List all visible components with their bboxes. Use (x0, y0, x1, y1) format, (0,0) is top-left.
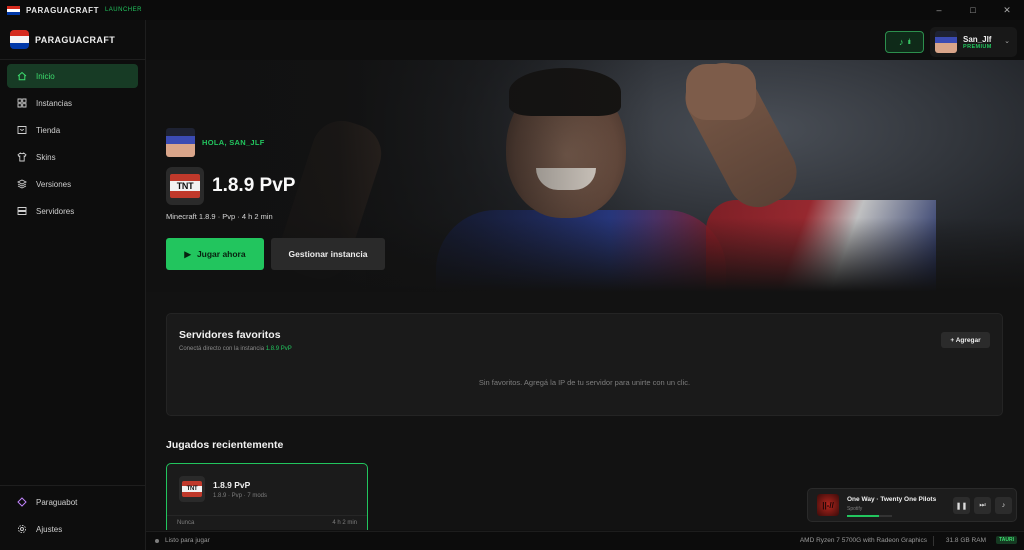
play-icon: ▶ (184, 248, 191, 259)
sidebar-item-label: Inicio (36, 71, 55, 81)
shirt-icon (16, 152, 27, 163)
sidebar: PARAGUACRAFT Inicio Instancias Tienda Sk… (0, 20, 146, 550)
plan-badge: PREMIUM (963, 43, 992, 50)
gear-icon (16, 524, 27, 535)
music-player: ||-// One Way · Twenty One Pilots Spotif… (807, 488, 1017, 522)
brand-logo-icon (10, 30, 29, 49)
app-title: PARAGUACRAFT (26, 5, 99, 15)
favorites-empty-text: Sin favoritos. Agregá la IP de tu servid… (478, 378, 691, 387)
sidebar-bottom: Paraguabot Ajustes (0, 485, 146, 550)
brand: PARAGUACRAFT (0, 20, 145, 60)
user-menu[interactable]: San_Jlf PREMIUM ⌄ (930, 27, 1017, 57)
manage-instance-button[interactable]: Gestionar instancia (271, 238, 385, 270)
recent-instance-card[interactable]: TNT 1.8.9 PvP 1.8.9 · Pvp · 7 mods Nunca… (166, 463, 368, 530)
sidebar-item-versiones[interactable]: Versiones (7, 172, 138, 196)
equalizer-icon: ılı (907, 38, 912, 46)
play-label: Jugar ahora (196, 249, 246, 259)
album-art: ||-// (817, 494, 839, 516)
sidebar-item-label: Tienda (36, 125, 61, 135)
ram-info: 31.8 GB RAM (945, 537, 986, 544)
instance-meta: Minecraft 1.8.9 · Pvp · 4 h 2 min (166, 212, 273, 221)
chevron-down-icon: ⌄ (1004, 38, 1010, 45)
favorites-subtitle: Conectá directo con la instancia 1.8.9 P… (179, 346, 292, 352)
main-nav: Inicio Instancias Tienda Skins Versiones… (0, 60, 145, 230)
sidebar-item-tienda[interactable]: Tienda (7, 118, 138, 142)
recent-instance-name: 1.8.9 PvP (213, 480, 251, 490)
progress-fill (847, 515, 879, 517)
app-subtitle: LAUNCHER (104, 7, 142, 13)
play-now-button[interactable]: ▶ Jugar ahora (166, 238, 264, 270)
home-icon (16, 71, 27, 82)
sidebar-item-label: Instancias (36, 98, 73, 108)
store-icon (16, 125, 27, 136)
progress-bar[interactable] (847, 515, 892, 517)
sidebar-item-label: Paraguabot (36, 497, 78, 507)
title-bar: PARAGUACRAFT LAUNCHER – □ ✕ (0, 0, 1024, 20)
top-bar: ♪ ılı San_Jlf PREMIUM ⌄ (146, 20, 1024, 60)
tnt-icon: TNT (179, 476, 205, 502)
sidebar-item-paraguabot[interactable]: Paraguabot (7, 490, 139, 514)
user-info: San_Jlf PREMIUM (963, 35, 992, 50)
favorites-instance-name: 1.8.9 PvP (265, 346, 292, 352)
favorite-servers-card: Servidores favoritos Conectá directo con… (166, 313, 1003, 416)
cpu-info: AMD Ryzen 7 5700G with Radeon Graphics (799, 537, 927, 544)
last-played: Nunca (177, 520, 195, 526)
sidebar-item-label: Ajustes (36, 524, 63, 534)
paraguay-flag-icon (7, 5, 20, 15)
maximize-button[interactable]: □ (956, 0, 990, 20)
song-title: One Way · Twenty One Pilots (847, 496, 937, 503)
hero-banner: HOLA, SAN_JLF TNT 1.8.9 PvP Minecraft 1.… (146, 60, 1024, 292)
tnt-label: TNT (182, 481, 202, 497)
music-toggle-button[interactable]: ♪ ılı (885, 31, 924, 53)
sidebar-item-servidores[interactable]: Servidores (7, 199, 138, 223)
server-icon (16, 206, 27, 217)
pause-icon: ❚❚ (955, 502, 968, 510)
grid-icon (16, 98, 27, 109)
music-note-icon: ♪ (899, 37, 904, 47)
bot-icon (16, 497, 27, 508)
avatar (935, 31, 957, 53)
recent-title: Jugados recientemente (166, 439, 284, 451)
play-time: 4 h 2 min (332, 520, 357, 526)
sidebar-item-inicio[interactable]: Inicio (7, 64, 138, 88)
window-controls: – □ ✕ (922, 0, 1024, 20)
pause-button[interactable]: ❚❚ (953, 497, 970, 514)
instance-title: 1.8.9 PvP (212, 175, 296, 196)
divider (167, 515, 367, 516)
brand-name: PARAGUACRAFT (35, 34, 116, 45)
launcher-window: PARAGUACRAFT LAUNCHER – □ ✕ PARAGUACRAFT… (0, 0, 1024, 550)
layers-icon (16, 179, 27, 190)
avatar (166, 128, 195, 157)
add-server-button[interactable]: + Agregar (941, 332, 990, 348)
status-text: Listo para jugar (165, 537, 210, 544)
sidebar-item-label: Skins (36, 152, 56, 162)
sidebar-item-instancias[interactable]: Instancias (7, 91, 138, 115)
tnt-icon: TNT (166, 167, 204, 205)
sidebar-item-skins[interactable]: Skins (7, 145, 138, 169)
minimize-button[interactable]: – (922, 0, 956, 20)
greeting-text: HOLA, SAN_JLF (202, 138, 265, 147)
username: San_Jlf (963, 34, 992, 44)
main-content: HOLA, SAN_JLF TNT 1.8.9 PvP Minecraft 1.… (146, 60, 1024, 530)
song-source: Spotify (847, 506, 863, 512)
sidebar-item-label: Versiones (36, 179, 72, 189)
status-bar: Listo para jugar AMD Ryzen 7 5700G with … (146, 531, 1024, 550)
next-icon: ⏭ (979, 501, 986, 509)
instance-header: TNT 1.8.9 PvP (166, 167, 295, 205)
music-note-icon: ♪ (1001, 502, 1006, 509)
runtime-badge: TAURI (996, 536, 1017, 544)
favorites-title: Servidores favoritos (179, 329, 281, 341)
next-button[interactable]: ⏭ (974, 497, 991, 514)
tnt-label: TNT (170, 174, 200, 198)
greeting-row: HOLA, SAN_JLF (166, 128, 265, 157)
status-dot-icon (155, 539, 159, 543)
close-button[interactable]: ✕ (990, 0, 1024, 20)
sidebar-item-ajustes[interactable]: Ajustes (7, 517, 139, 541)
divider (933, 536, 934, 546)
sidebar-item-label: Servidores (36, 206, 75, 216)
music-note-button[interactable]: ♪ (995, 497, 1012, 514)
recent-instance-meta: 1.8.9 · Pvp · 7 mods (213, 493, 268, 499)
